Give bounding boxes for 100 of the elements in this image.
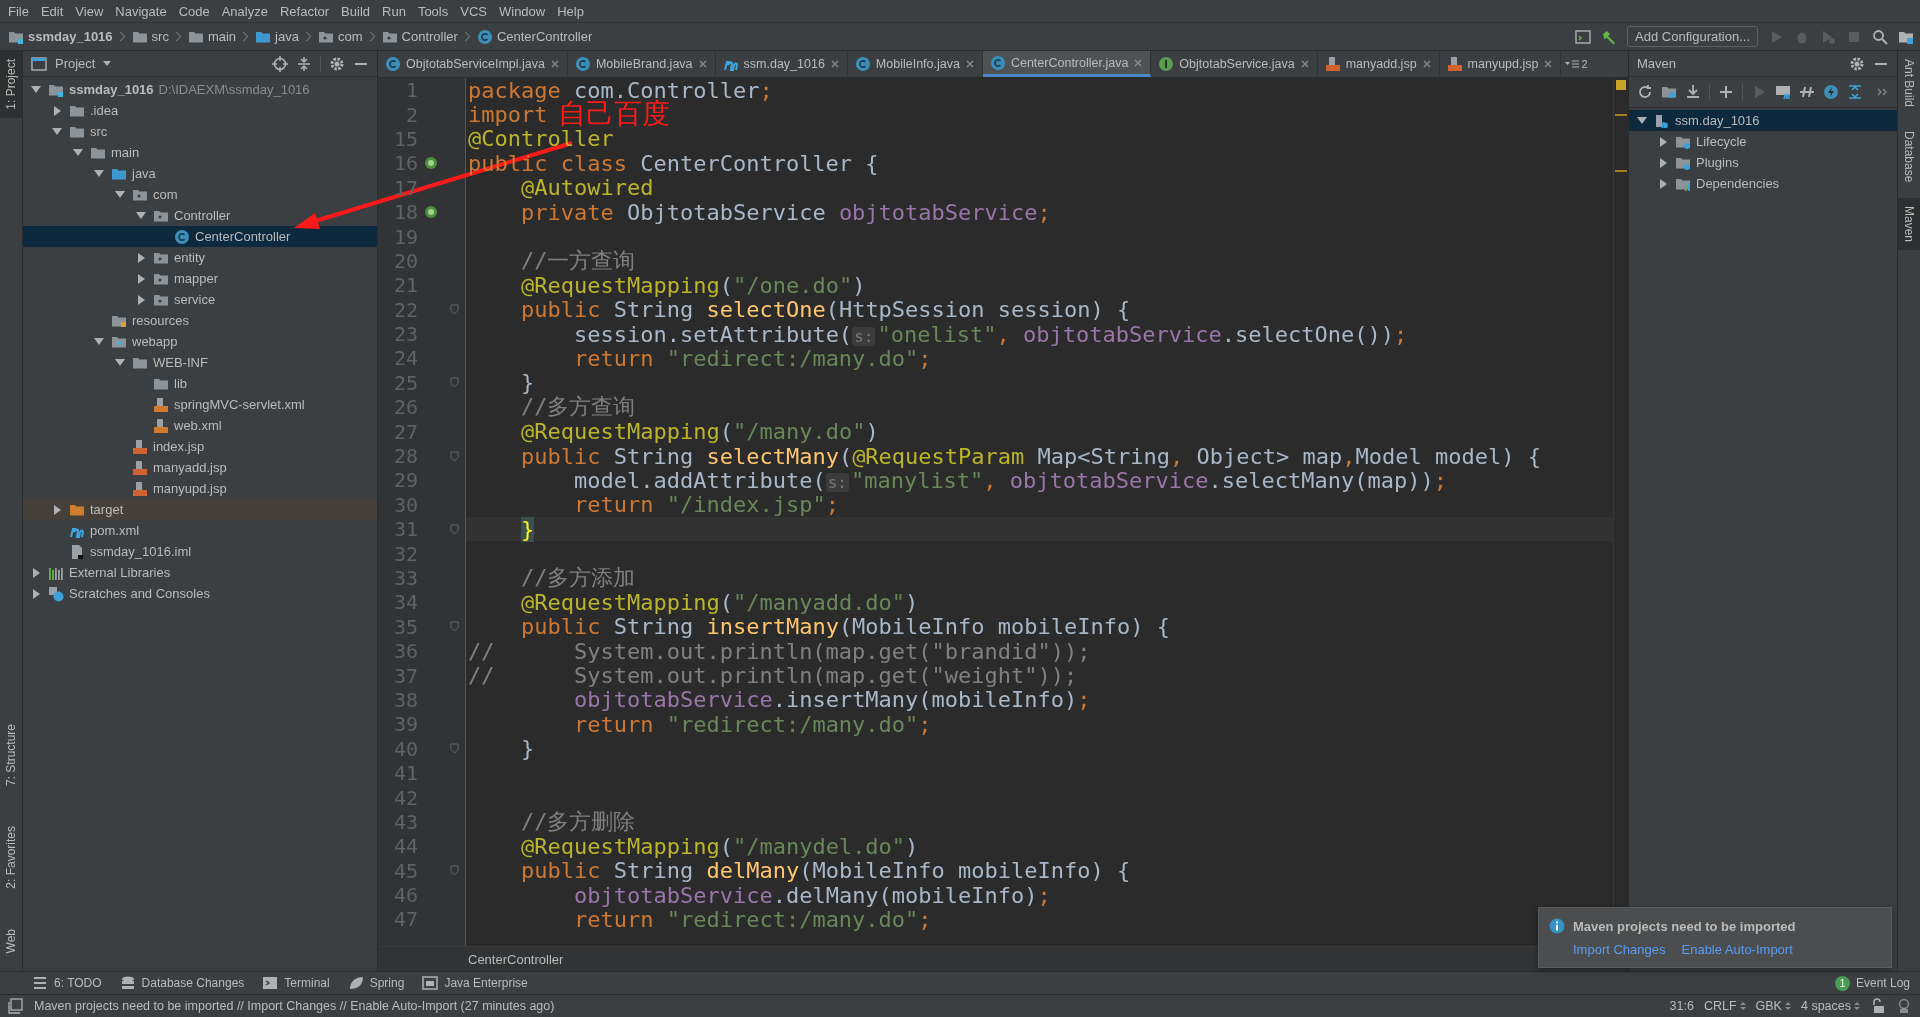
folder-icon[interactable] (1661, 84, 1677, 100)
tree-item[interactable]: target (23, 499, 377, 520)
editor-tab[interactable]: ObjtotabService.java (1151, 51, 1318, 77)
settings-icon[interactable] (329, 55, 345, 72)
tree-item[interactable]: web.xml (23, 415, 377, 436)
expand-arrow-icon[interactable] (1637, 117, 1647, 124)
breadcrumb-item[interactable]: com (317, 28, 363, 45)
hidden-tabs-button[interactable]: 2 (1561, 51, 1592, 77)
tree-item[interactable]: lib (23, 373, 377, 394)
editor-tab[interactable]: manyupd.jsp (1439, 51, 1562, 77)
toggle-offline-icon[interactable] (1799, 84, 1815, 100)
status-message[interactable]: Maven projects need to be imported // Import Changes // Enable Auto-Import (27 minutes ago) (34, 999, 555, 1013)
tree-item[interactable]: ssm.day_1016 (1629, 110, 1897, 131)
tool-window-tab[interactable]: Spring (347, 975, 405, 991)
indent-selector[interactable]: 4 spaces (1800, 999, 1860, 1013)
panel-title[interactable]: Project (55, 56, 96, 71)
close-icon[interactable] (964, 59, 975, 69)
tree-item[interactable]: index.jsp (23, 436, 377, 457)
tree-item[interactable]: External Libraries (23, 562, 377, 583)
expand-arrow-icon[interactable] (32, 567, 40, 578)
close-icon[interactable] (1299, 59, 1310, 69)
expand-arrow-icon[interactable] (115, 191, 125, 198)
menu-item[interactable]: Window (492, 3, 552, 19)
search-icon[interactable] (1872, 28, 1888, 45)
crosshair-icon[interactable] (272, 55, 288, 72)
tree-item[interactable]: pom.xml (23, 520, 377, 541)
maven-goal-icon[interactable] (1775, 84, 1791, 100)
editor-tab[interactable]: manyadd.jsp (1317, 51, 1440, 77)
notification-link[interactable]: Enable Auto-Import (1681, 942, 1793, 957)
expand-arrow-icon[interactable] (115, 359, 125, 366)
editor-tab[interactable]: CenterController.java (982, 51, 1152, 77)
menu-item[interactable]: Tools (411, 3, 455, 19)
menu-item[interactable]: Navigate (109, 3, 173, 19)
breadcrumb-item[interactable]: CenterController (468, 951, 564, 967)
tree-item[interactable]: manyadd.jsp (23, 457, 377, 478)
event-log-tab[interactable]: 1 Event Log (1834, 975, 1910, 991)
tool-window-tab[interactable]: Ant Build (1898, 51, 1920, 116)
tool-window-tab[interactable]: Database (1898, 123, 1920, 191)
lightning-icon[interactable] (1823, 84, 1839, 100)
tool-window-tab[interactable]: Database Changes (119, 975, 245, 991)
menu-item[interactable]: File (2, 3, 35, 19)
close-icon[interactable] (829, 59, 840, 69)
notification-link[interactable]: Import Changes (1573, 942, 1666, 957)
caret-position[interactable]: 31:6 (1669, 999, 1694, 1013)
expand-arrow-icon[interactable] (94, 338, 104, 345)
tool-window-tab[interactable]: 7: Structure (0, 715, 22, 794)
tool-window-tab[interactable]: 1: Project (0, 51, 22, 118)
expand-arrow-icon[interactable] (137, 252, 145, 263)
tool-window-tab[interactable]: Web (0, 920, 22, 961)
expand-arrow-icon[interactable] (52, 128, 62, 135)
tool-window-tab[interactable]: 6: TODO (32, 975, 102, 991)
tree-item[interactable]: resources (23, 310, 377, 331)
menu-item[interactable]: Build (335, 3, 376, 19)
tool-window-tab[interactable]: Java Enterprise (422, 975, 528, 991)
menu-item[interactable]: Run (376, 3, 412, 19)
expand-arrow-icon[interactable] (32, 588, 40, 599)
breadcrumb-item[interactable]: CenterController (476, 28, 593, 45)
expand-arrow-icon[interactable] (73, 149, 83, 156)
expand-arrow-icon[interactable] (94, 170, 104, 177)
tree-item[interactable]: java (23, 163, 377, 184)
tool-window-tab[interactable]: Terminal (262, 975, 330, 991)
menu-item[interactable]: Edit (34, 3, 70, 19)
menu-item[interactable]: Help (551, 3, 590, 19)
menu-item[interactable]: VCS (454, 3, 493, 19)
tree-item[interactable]: Plugins (1629, 152, 1897, 173)
menu-item[interactable]: Code (172, 3, 216, 19)
expand-arrow-icon[interactable] (53, 105, 61, 116)
editor-tab[interactable]: MobileBrand.java (567, 51, 716, 77)
expand-arrow-icon[interactable] (136, 212, 146, 219)
expand-arrow-icon[interactable] (31, 86, 41, 93)
close-icon[interactable] (1543, 59, 1554, 69)
close-icon[interactable] (549, 59, 560, 69)
tree-item[interactable]: manyupd.jsp (23, 478, 377, 499)
settings-icon[interactable] (1849, 55, 1865, 72)
breadcrumb-item[interactable]: main (187, 28, 237, 45)
expand-arrow-icon[interactable] (1659, 136, 1667, 147)
tree-item[interactable]: com (23, 184, 377, 205)
expand-arrow-icon[interactable] (137, 273, 145, 284)
bean-icon[interactable] (423, 204, 439, 221)
tree-item[interactable]: ssmday_1016.iml (23, 541, 377, 562)
close-icon[interactable] (1421, 59, 1432, 69)
more-icon[interactable] (1877, 87, 1889, 97)
breadcrumb-item[interactable]: Controller (381, 28, 458, 45)
encoding-selector[interactable]: GBK (1755, 999, 1791, 1013)
expand-arrow-icon[interactable] (1659, 178, 1667, 189)
menu-item[interactable]: View (69, 3, 110, 19)
close-icon[interactable] (697, 59, 708, 69)
tree-item[interactable]: Scratches and Consoles (23, 583, 377, 604)
tree-item[interactable]: mapper (23, 268, 377, 289)
tree-item[interactable]: main (23, 142, 377, 163)
editor-tab[interactable]: ssm.day_1016 (715, 51, 848, 77)
breadcrumb-item[interactable]: java (255, 28, 299, 45)
tree-item[interactable]: service (23, 289, 377, 310)
inspector-icon[interactable] (1896, 998, 1912, 1014)
expand-icon[interactable] (1847, 84, 1863, 100)
tree-item[interactable]: ssmday_1016 D:\IDAEXM\ssmday_1016 (23, 79, 377, 100)
expand-arrow-icon[interactable] (137, 294, 145, 305)
tree-item[interactable]: Dependencies (1629, 173, 1897, 194)
editor-tab[interactable]: MobileInfo.java (847, 51, 983, 77)
tree-item[interactable]: CenterController (23, 226, 377, 247)
